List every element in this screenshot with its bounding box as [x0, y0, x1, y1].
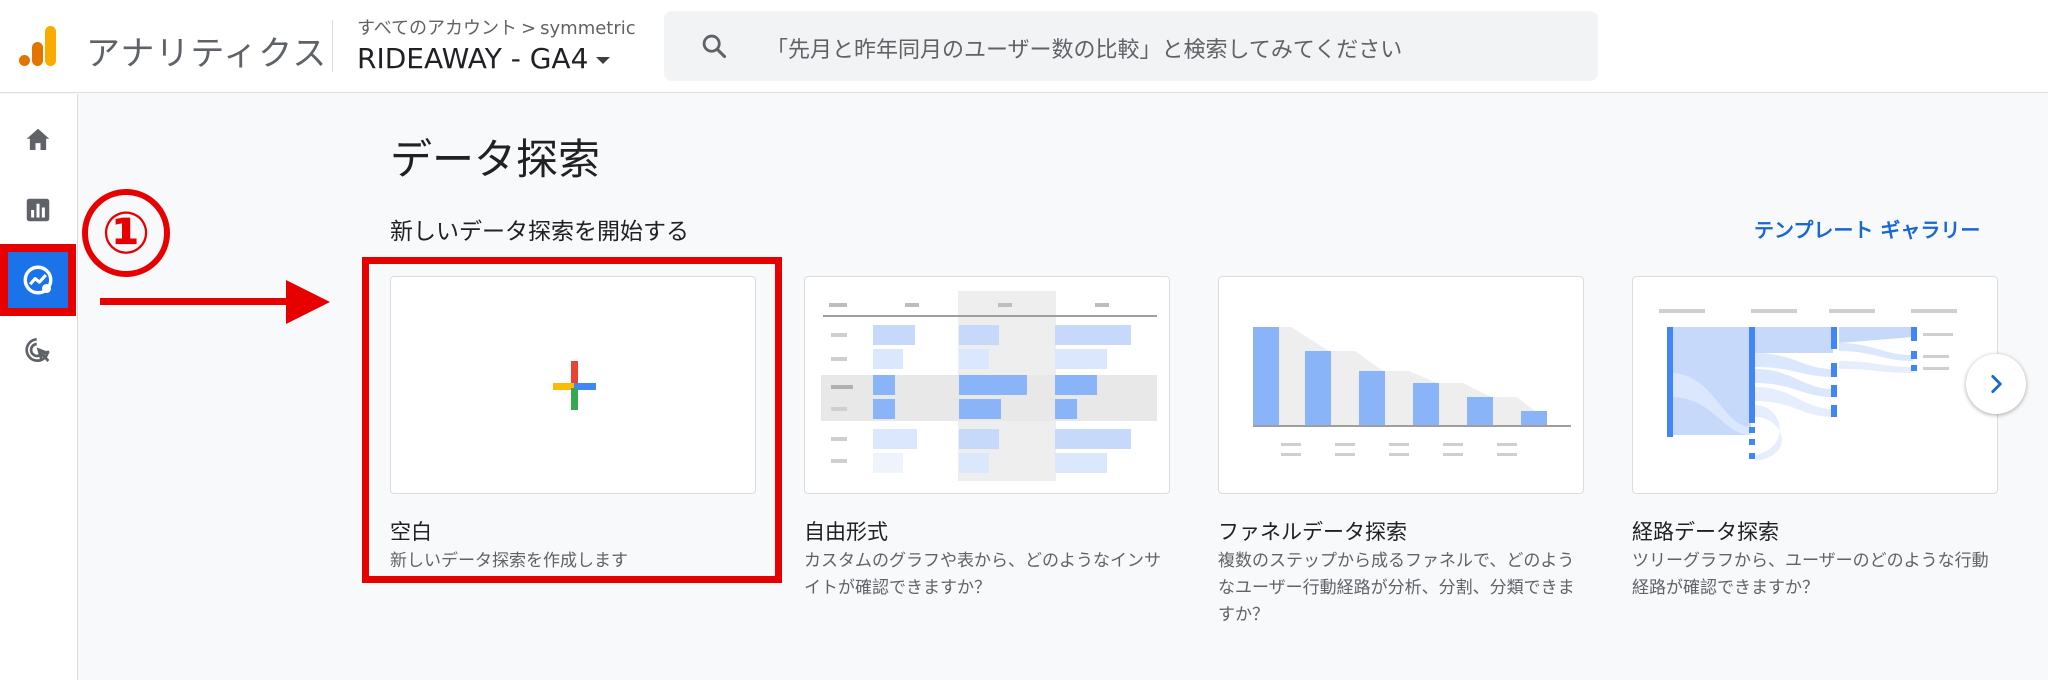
search-icon: [702, 34, 727, 59]
path-tree-illustration: [1659, 309, 1957, 461]
bar-chart-icon: [26, 198, 50, 222]
left-nav: [0, 94, 78, 680]
template-gallery-link[interactable]: テンプレート ギャラリー: [1754, 214, 1980, 243]
search-placeholder: 「先月と昨年同月のユーザー数の比較」と検索してみてください: [766, 38, 1403, 63]
card-path[interactable]: [1632, 276, 1998, 494]
breadcrumb-account[interactable]: すべてのアカウント: [357, 18, 517, 39]
cursor-target-icon: [25, 338, 50, 362]
funnel-chart-illustration: [1253, 327, 1571, 456]
breadcrumb-property[interactable]: symmetric: [540, 18, 636, 39]
property-selector[interactable]: RIDEAWAY - GA4: [357, 42, 611, 75]
nav-explore[interactable]: [8, 252, 68, 308]
section-title: 新しいデータ探索を開始する: [390, 219, 689, 245]
nav-reports[interactable]: [20, 192, 56, 228]
nav-advertising[interactable]: [20, 332, 56, 368]
breadcrumb[interactable]: すべてのアカウント > symmetric: [357, 14, 636, 40]
card-path-description: ツリーグラフから、ユーザーのどのような行動経路が確認できますか？: [1632, 551, 1989, 598]
property-name: RIDEAWAY - GA4: [357, 42, 589, 75]
step-marker: ①: [82, 189, 170, 277]
header-divider: [332, 20, 333, 72]
annotation-arrow-shaft: [100, 298, 290, 305]
nav-home[interactable]: [20, 122, 56, 158]
explore-icon: [23, 265, 53, 295]
nav-explore-highlight: [0, 244, 76, 316]
card-funnel[interactable]: [1218, 276, 1584, 494]
card-free-form[interactable]: [804, 276, 1170, 494]
search-bar[interactable]: 「先月と昨年同月のユーザー数の比較」と検索してみてください: [664, 11, 1598, 81]
card-funnel-title: ファネルデータ探索: [1218, 520, 1407, 544]
next-button[interactable]: [1966, 354, 2026, 414]
dropdown-caret-icon: [596, 57, 611, 64]
card-free-form-title: 自由形式: [804, 520, 888, 544]
chevron-right-icon: [1991, 375, 2002, 393]
free-form-table-illustration: [821, 291, 1157, 481]
annotation-arrow-head: [286, 280, 330, 324]
breadcrumb-separator: >: [521, 18, 537, 39]
step-marker-label: ①: [101, 199, 151, 267]
app-name: アナリティクス: [86, 34, 328, 74]
analytics-logo-icon[interactable]: [18, 24, 58, 68]
blank-card-highlight: [362, 257, 782, 583]
card-funnel-description: 複数のステップから成るファネルで、どのようなユーザー行動経路が分析、分割、分類で…: [1218, 551, 1575, 625]
page-title: データ探索: [390, 135, 601, 184]
card-free-form-description: カスタムのグラフや表から、どのようなインサイトが確認できますか？: [804, 551, 1161, 598]
top-app-bar: アナリティクス すべてのアカウント > symmetric RIDEAWAY - G…: [0, 0, 2048, 93]
home-icon: [26, 128, 50, 150]
card-path-title: 経路データ探索: [1632, 520, 1779, 544]
